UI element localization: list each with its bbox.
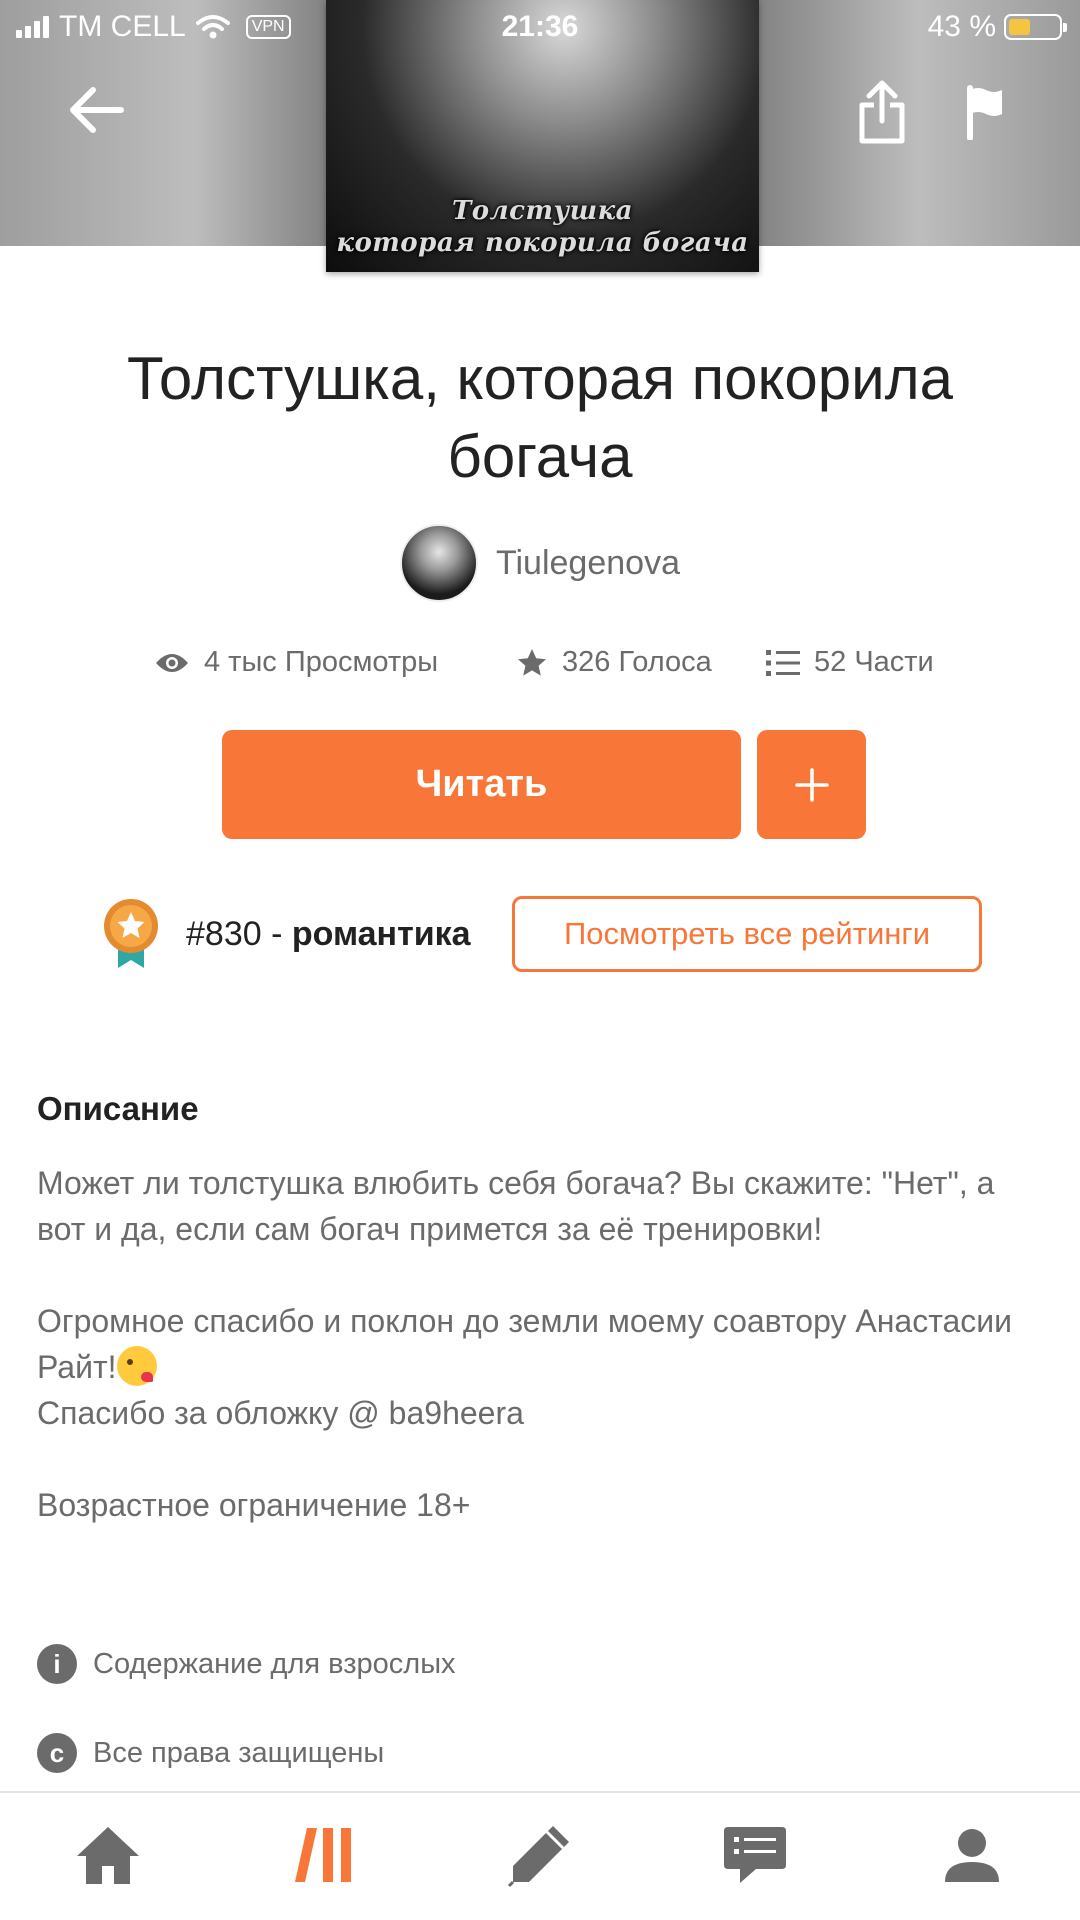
pencil-icon — [507, 1826, 569, 1888]
kiss-emoji-icon — [116, 1346, 157, 1386]
profile-icon — [945, 1829, 999, 1882]
cover-title-line2: которая покорила богача — [336, 228, 749, 258]
story-stats: 4 тыс Просмотры 326 Голоса 52 Части — [0, 646, 1080, 686]
ranking-info: #830 - романтика — [100, 898, 471, 970]
description-thanks-text: Огромное спасибо и поклон до земли моему… — [37, 1303, 1013, 1385]
plus-icon — [794, 767, 829, 802]
stat-parts: 52 Части — [766, 646, 934, 679]
battery-percent: 43 % — [927, 10, 996, 43]
nav-profile[interactable] — [927, 1815, 1017, 1895]
battery-icon — [1004, 14, 1067, 40]
stat-views: 4 тыс Просмотры — [154, 646, 438, 679]
description-heading: Описание — [37, 1090, 199, 1127]
author-name[interactable]: Tiulegenova — [496, 544, 680, 583]
story-title: Толстушка, которая покорила богача — [126, 345, 954, 490]
description-thanks: Огромное спасибо и поклон до земли моему… — [37, 1298, 1047, 1390]
ranking-number: #830 — [186, 914, 262, 953]
list-icon — [766, 649, 800, 676]
medal-icon — [104, 899, 158, 968]
status-right: 43 % — [927, 10, 1067, 44]
read-button[interactable]: Читать — [222, 730, 741, 839]
copyright-label: Все права защищены — [93, 1736, 385, 1769]
nav-home[interactable] — [63, 1815, 153, 1895]
copyright-icon: c — [37, 1733, 77, 1773]
views-count: 4 тыс Просмотры — [204, 646, 439, 678]
votes-count: 326 Голоса — [562, 646, 712, 678]
description-body: Может ли толстушка влюбить себя богача? … — [37, 1160, 1047, 1528]
parts-count: 52 Части — [814, 646, 934, 678]
view-all-rankings-button[interactable]: Посмотреть все рейтинги — [512, 896, 982, 972]
info-icon: i — [37, 1644, 77, 1684]
share-icon — [859, 80, 905, 144]
nav-library[interactable] — [280, 1815, 370, 1895]
add-to-library-button[interactable] — [757, 730, 866, 839]
bottom-navigation — [0, 1791, 1080, 1920]
author-link[interactable]: Tiulegenova — [400, 524, 680, 602]
eye-icon — [156, 653, 188, 672]
nav-messages[interactable] — [710, 1815, 800, 1895]
adult-content-notice: i Содержание для взрослых — [37, 1644, 456, 1684]
copyright-notice: c Все права защищены — [37, 1733, 384, 1773]
description-paragraph: Может ли толстушка влюбить себя богача? … — [37, 1165, 995, 1247]
description-age-limit: Возрастное ограничение 18+ — [37, 1487, 471, 1523]
nav-write[interactable] — [495, 1815, 585, 1895]
author-avatar[interactable] — [400, 524, 478, 602]
status-bar: TM CELL VPN 21:36 43 % — [0, 0, 1080, 54]
stat-votes: 326 Голоса — [516, 646, 712, 679]
home-icon — [77, 1827, 139, 1884]
report-button[interactable] — [950, 74, 1020, 150]
ranking-separator: - — [261, 914, 292, 953]
description-cover-credit: Спасибо за обложку @ ba9heera — [37, 1395, 524, 1431]
library-icon — [295, 1828, 351, 1882]
status-time: 21:36 — [501, 10, 579, 43]
ranking-category: романтика — [291, 914, 471, 953]
back-button[interactable] — [56, 74, 136, 146]
cover-title-line1: Толстушка — [451, 196, 634, 226]
ranking-text: #830 - романтика — [186, 915, 471, 954]
battery-level — [1009, 19, 1030, 35]
arrow-left-icon — [70, 87, 124, 133]
star-icon — [518, 648, 546, 676]
flag-icon — [967, 85, 1002, 140]
adult-content-label: Содержание для взрослых — [93, 1647, 456, 1680]
share-button[interactable] — [846, 72, 918, 152]
messages-icon — [724, 1827, 786, 1883]
